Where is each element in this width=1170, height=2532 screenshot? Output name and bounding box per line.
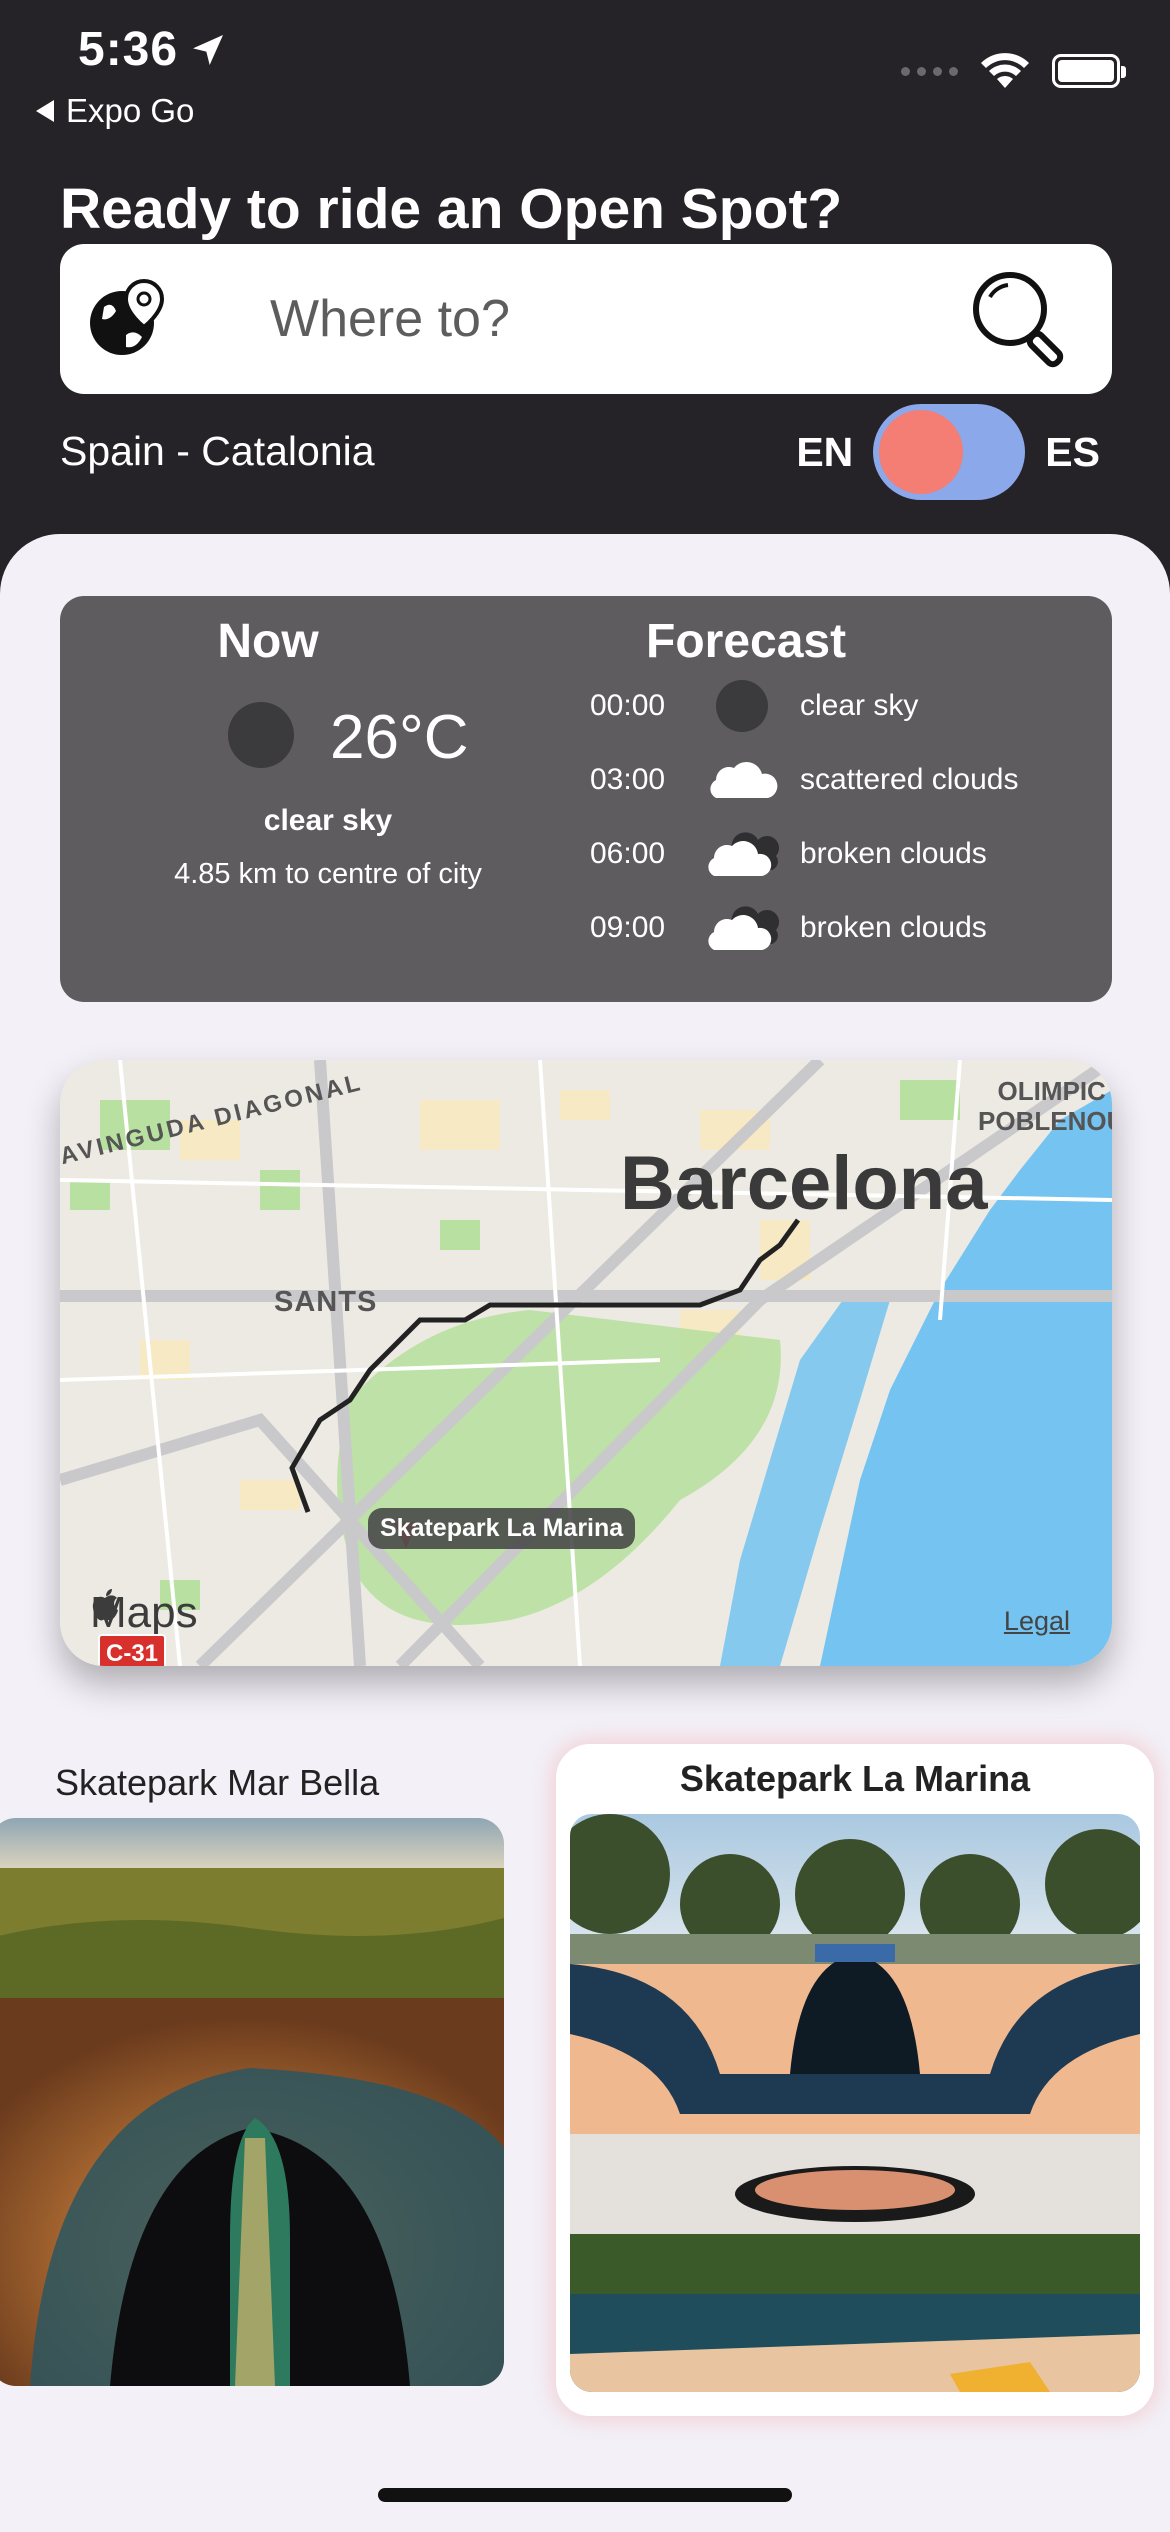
broken-clouds-icon (708, 906, 780, 950)
weather-now-title: Now (217, 615, 319, 668)
back-to-expo-go[interactable]: Expo Go (36, 92, 194, 130)
forecast-title: Forecast (646, 615, 847, 668)
toggle-knob (879, 410, 964, 494)
page-headline: Ready to ride an Open Spot? (60, 177, 843, 241)
current-temperature: 26°C (330, 703, 469, 772)
distance-to-centre: 4.85 km to centre of city (174, 858, 482, 890)
forecast-row: 03:00 scattered clouds (590, 750, 1018, 810)
spot-card-title[interactable]: Skatepark Mar Bella (55, 1762, 379, 1804)
forecast-desc: clear sky (800, 689, 919, 722)
wifi-icon (981, 53, 1029, 88)
search-icon[interactable] (968, 267, 1072, 371)
status-indicators (901, 52, 1126, 90)
spot-card-image-selected[interactable] (570, 1814, 1140, 2392)
signal-dots-icon (901, 66, 958, 76)
district-label-line2: POBLENOU (978, 1106, 1112, 1136)
forecast-row: 06:00 broken clouds (590, 824, 987, 884)
spot-card-title-selected[interactable]: Skatepark La Marina (556, 1758, 1154, 1800)
forecast-desc: broken clouds (800, 911, 987, 944)
cloud-icon (710, 761, 778, 798)
skatepark-photo (570, 1814, 1140, 2392)
region-label: Spain - Catalonia (60, 428, 375, 474)
city-label: Barcelona (620, 1141, 988, 1226)
forecast-time: 00:00 (590, 689, 666, 722)
language-switch[interactable]: EN ES (796, 404, 1100, 500)
location-arrow-icon (193, 34, 224, 65)
forecast-desc: scattered clouds (800, 763, 1019, 796)
map-view[interactable]: AVINGUDA DIAGONAL OLIMPIC POBLENOU Barce… (60, 1060, 1112, 1666)
map-pin-label[interactable]: Skatepark La Marina (368, 1508, 636, 1549)
forecast-time: 09:00 (590, 911, 666, 944)
globe-pin-icon[interactable] (86, 277, 170, 361)
skatepark-photo (0, 1818, 504, 2386)
back-arrow-icon (36, 100, 54, 122)
forecast-time: 06:00 (590, 837, 666, 870)
moon-icon (228, 702, 294, 768)
forecast-row: 00:00 clear sky (590, 676, 918, 736)
forecast-desc: broken clouds (800, 837, 987, 870)
district-label: OLIMPIC POBLENOU (978, 1076, 1112, 1136)
language-toggle[interactable] (873, 404, 1026, 500)
lang-es-label: ES (1045, 428, 1100, 475)
district-label-sants: SANTS (274, 1286, 378, 1318)
status-time: 5:36 (78, 22, 228, 77)
spot-card-image[interactable] (0, 1818, 504, 2386)
forecast-row: 09:00 broken clouds (590, 898, 987, 958)
current-conditions: clear sky (263, 804, 393, 837)
legal-link[interactable]: Legal (1004, 1606, 1070, 1637)
back-label: Expo Go (66, 92, 195, 129)
forecast-time: 03:00 (590, 763, 666, 796)
moon-icon (702, 678, 782, 734)
home-indicator[interactable] (378, 2488, 792, 2502)
apple-maps-logo: Maps (90, 1588, 198, 1638)
battery-icon (1052, 54, 1126, 88)
broken-clouds-icon (708, 832, 780, 876)
time-text: 5:36 (78, 23, 179, 76)
lang-en-label: EN (796, 428, 854, 475)
search-bar[interactable] (60, 244, 1112, 394)
apple-icon (92, 1589, 118, 1621)
search-input[interactable] (270, 289, 968, 349)
road-sign: C-31 (98, 1634, 167, 1666)
district-label-line1: OLIMPIC (997, 1076, 1106, 1106)
